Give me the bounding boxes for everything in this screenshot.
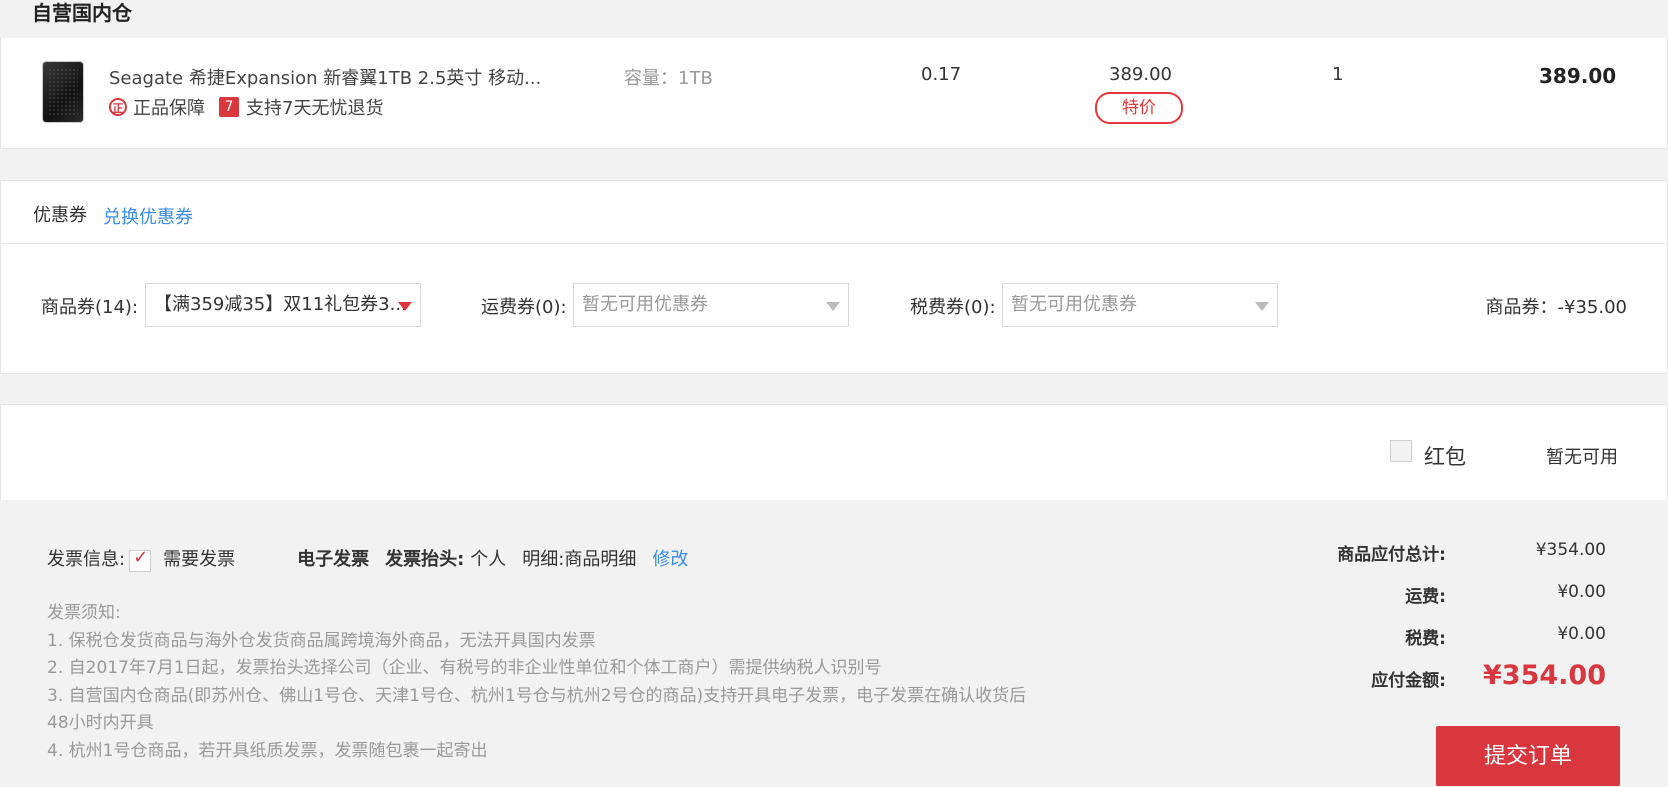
- goods-coupon-value: 【满359减35】双11礼包券3...: [154, 294, 407, 315]
- invoice-notice: 发票须知: 1. 保税仓发货商品与海外仓发货商品属跨境海外商品，无法开具国内发票…: [47, 600, 1027, 765]
- freight-row: 运费: ¥0.00: [1276, 582, 1606, 624]
- freight-coupon-placeholder: 暂无可用优惠券: [582, 294, 708, 315]
- submit-order-button[interactable]: 提交订单: [1436, 726, 1620, 786]
- tax-coupon-label: 税费券(0):: [910, 297, 996, 318]
- product-row: Seagate 希捷Expansion 新睿翼1TB 2.5英寸 移动... 正…: [0, 38, 1668, 149]
- product-subtotal: 389.00: [1539, 64, 1617, 88]
- freight-label: 运费:: [1405, 587, 1446, 607]
- red-packet-section: 红包 暂无可用: [0, 404, 1668, 500]
- tax-coupon-select[interactable]: 暂无可用优惠券: [1002, 283, 1278, 327]
- seven-day-return-icon: 7: [219, 97, 239, 117]
- invoice-detail: 明细:商品明细: [522, 549, 637, 570]
- invoice-info: 发票信息: ✓ 需要发票 电子发票 发票抬头: 个人 明细:商品明细 修改: [47, 545, 688, 572]
- product-thumbnail[interactable]: [43, 62, 83, 122]
- freight-coupon-label: 运费券(0):: [481, 297, 567, 318]
- need-invoice-label: 需要发票: [163, 549, 236, 570]
- coupon-discount-summary: 商品券：-¥35.00: [1485, 297, 1627, 318]
- coupon-selectors: 商品券(14): 【满359减35】双11礼包券3... 运费券(0): 暂无可…: [1, 244, 1667, 372]
- goods-total-value: ¥354.00: [1535, 540, 1606, 560]
- exchange-coupon-link[interactable]: 兑换优惠券: [103, 203, 193, 229]
- red-packet-checkbox[interactable]: [1390, 440, 1412, 462]
- chevron-down-icon: [398, 302, 412, 311]
- red-packet-label: 红包: [1424, 445, 1466, 469]
- invoice-head-label: 发票抬头:: [385, 549, 465, 570]
- need-invoice-checkbox[interactable]: ✓: [129, 547, 152, 572]
- coupon-label: 优惠券: [33, 205, 87, 226]
- freight-coupon-select[interactable]: 暂无可用优惠券: [573, 283, 849, 327]
- invoice-head-value: 个人: [470, 549, 507, 570]
- notice-item: 4. 杭州1号仓商品，若开具纸质发票，发票随包裹一起寄出: [47, 740, 488, 761]
- goods-total-label: 商品应付总计:: [1337, 545, 1446, 565]
- genuine-tag: 正品保障: [133, 98, 205, 119]
- chevron-down-icon: [1255, 302, 1269, 311]
- payable-value: ¥354.00: [1483, 660, 1606, 691]
- payable-label: 应付金额:: [1371, 671, 1446, 691]
- freight-value: ¥0.00: [1557, 582, 1606, 602]
- genuine-icon: 正: [109, 98, 127, 116]
- product-quantity: 1: [1332, 64, 1344, 85]
- product-name[interactable]: Seagate 希捷Expansion 新睿翼1TB 2.5英寸 移动...: [109, 64, 541, 90]
- tax-coupon-placeholder: 暂无可用优惠券: [1011, 294, 1137, 315]
- product-price: 389.00: [1109, 64, 1172, 85]
- notice-item: 3. 自营国内仓商品(即苏州仓、佛山1号仓、天津1号仓、杭州1号仓与杭州2号仓的…: [47, 685, 1027, 734]
- tax-value: ¥0.00: [1557, 624, 1606, 644]
- tax-label: 税费:: [1405, 629, 1446, 649]
- check-icon: ✓: [133, 547, 149, 568]
- invoice-and-totals: 发票信息: ✓ 需要发票 电子发票 发票抬头: 个人 明细:商品明细 修改 发票…: [0, 500, 1666, 761]
- notice-title: 发票须知:: [47, 603, 121, 623]
- goods-total-row: 商品应付总计: ¥354.00: [1276, 540, 1606, 582]
- red-packet-status: 暂无可用: [1546, 447, 1618, 468]
- invoice-type: 电子发票: [297, 549, 370, 570]
- notice-item: 1. 保税仓发货商品与海外仓发货商品属跨境海外商品，无法开具国内发票: [47, 630, 596, 651]
- coupon-section: 优惠券 兑换优惠券 商品券(14): 【满359减35】双11礼包券3... 运…: [0, 180, 1668, 374]
- invoice-edit-link[interactable]: 修改: [652, 545, 688, 571]
- product-spec: 容量：1TB: [624, 68, 713, 89]
- chevron-down-icon: [826, 302, 840, 311]
- notice-item: 2. 自2017年7月1日起，发票抬头选择公司（企业、有税号的非企业性单位和个体…: [47, 658, 882, 678]
- return-tag: 支持7天无忧退货: [246, 98, 384, 119]
- coupon-header: 优惠券 兑换优惠券: [1, 181, 1667, 244]
- checkout-page: 自营国内仓 Seagate 希捷Expansion 新睿翼1TB 2.5英寸 移…: [0, 0, 1668, 786]
- payable-row: 应付金额: ¥354.00: [1276, 660, 1606, 708]
- goods-coupon-select[interactable]: 【满359减35】双11礼包券3...: [145, 283, 421, 327]
- order-totals: 商品应付总计: ¥354.00 运费: ¥0.00 税费: ¥0.00 应付金额…: [1276, 540, 1606, 708]
- product-tags: 正 正品保障 7 支持7天无忧退货: [109, 94, 383, 120]
- invoice-label: 发票信息:: [47, 549, 126, 570]
- goods-coupon-label: 商品券(14):: [41, 297, 139, 318]
- warehouse-title: 自营国内仓: [32, 1, 132, 25]
- special-price-badge: 特价: [1095, 92, 1183, 124]
- product-weight: 0.17: [921, 64, 962, 85]
